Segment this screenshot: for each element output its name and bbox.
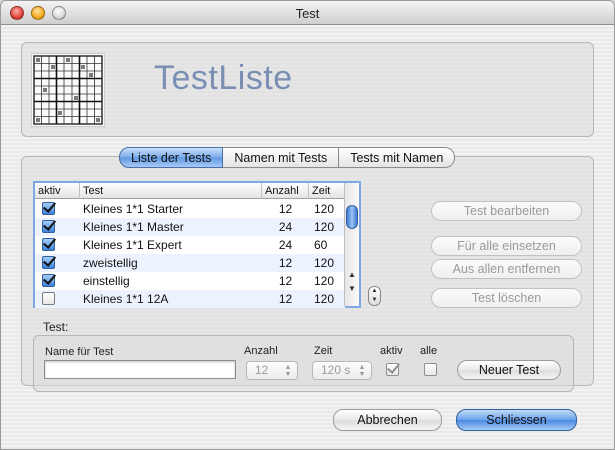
table-row[interactable]: Kleines 1*1 Expert 24 60 — [35, 236, 345, 254]
row-anzahl: 12 — [278, 202, 293, 216]
name-label: Name für Test — [45, 346, 114, 358]
test-section-label: Test: — [43, 320, 69, 334]
column-header-aktiv[interactable]: aktiv — [35, 183, 80, 199]
row-zeit: 120 — [314, 292, 335, 306]
row-zeit: 120 — [314, 220, 335, 234]
row-test-name: zweistellig — [83, 256, 138, 270]
row-anzahl: 12 — [278, 274, 293, 288]
aktiv-checkbox[interactable] — [386, 363, 399, 376]
zeit-label: Zeit — [314, 345, 333, 357]
test-form-panel: Name für Test Anzahl 12 ▲ ▼ Zeit 120 s ▲ ▼… — [33, 335, 574, 392]
test-bearbeiten-button[interactable]: Test bearbeiten — [431, 201, 582, 221]
tab-tests-mit-namen[interactable]: Tests mit Namen — [339, 147, 456, 168]
row-zeit: 120 — [314, 202, 335, 216]
zeit-select[interactable]: 120 s ▲ ▼ — [312, 361, 372, 380]
aktiv-label: aktiv — [380, 345, 403, 357]
sudoku-grid-icon — [31, 53, 105, 127]
zeit-value: 120 s — [321, 363, 351, 377]
table-body: Kleines 1*1 Starter 12 120 Kleines 1*1 Mast… — [35, 200, 345, 308]
scrollbar-thumb[interactable] — [346, 205, 358, 229]
table-row[interactable]: Kleines 1*1 Master 24 120 — [35, 218, 345, 236]
test-loeschen-button[interactable]: Test löschen — [431, 288, 582, 308]
test-name-input[interactable] — [44, 360, 236, 379]
anzahl-label: Anzahl — [244, 345, 278, 357]
title-bar[interactable]: Test — [1, 1, 614, 25]
window-title: Test — [295, 6, 320, 21]
row-aktiv-checkbox[interactable] — [42, 274, 55, 287]
row-aktiv-checkbox[interactable] — [42, 238, 55, 251]
alle-label: alle — [420, 345, 438, 357]
row-test-name: Kleines 1*1 12A — [83, 292, 169, 306]
tab-liste-der-tests[interactable]: Liste der Tests — [119, 147, 224, 168]
aus-allen-entfernen-button[interactable]: Aus allen entfernen — [431, 259, 582, 279]
table-row[interactable]: zweistellig 12 120 — [35, 254, 345, 272]
scroll-down-icon[interactable]: ▼ — [345, 283, 359, 295]
row-anzahl: 24 — [278, 220, 293, 234]
row-test-name: Kleines 1*1 Starter — [83, 202, 184, 216]
stepper-arrows-icon: ▲ ▼ — [358, 364, 366, 378]
page-title: TestListe — [154, 59, 293, 97]
row-anzahl: 24 — [278, 238, 293, 252]
scroll-up-icon[interactable]: ▲ — [345, 269, 359, 281]
row-test-name: Kleines 1*1 Expert — [83, 238, 182, 252]
row-aktiv-checkbox[interactable] — [42, 292, 55, 305]
tests-table[interactable]: aktiv Test Anzahl Zeit Kleines 1*1 Start… — [33, 181, 361, 308]
row-test-name: Kleines 1*1 Master — [83, 220, 184, 234]
column-header-zeit[interactable]: Zeit — [309, 183, 345, 199]
dialog-window: Test TestListe Liste der Tests Namen mit… — [0, 0, 615, 450]
table-row[interactable]: Kleines 1*1 12A 12 120 — [35, 290, 345, 308]
tab-bar: Liste der Tests Namen mit Tests Tests mi… — [119, 147, 456, 168]
neuer-test-button[interactable]: Neuer Test — [457, 360, 561, 380]
row-stepper[interactable]: ▲ ▼ — [368, 286, 381, 306]
row-zeit: 60 — [314, 238, 328, 252]
tab-namen-mit-tests[interactable]: Namen mit Tests — [223, 147, 340, 168]
row-aktiv-checkbox[interactable] — [42, 256, 55, 269]
header-panel: TestListe — [21, 42, 594, 137]
fuer-alle-einsetzen-button[interactable]: Für alle einsetzen — [431, 236, 582, 256]
row-aktiv-checkbox[interactable] — [42, 220, 55, 233]
row-aktiv-checkbox[interactable] — [42, 202, 55, 215]
alle-checkbox[interactable] — [424, 363, 437, 376]
anzahl-select[interactable]: 12 ▲ ▼ — [246, 361, 298, 380]
column-header-anzahl[interactable]: Anzahl — [262, 183, 309, 199]
row-zeit: 120 — [314, 256, 335, 270]
row-zeit: 120 — [314, 274, 335, 288]
anzahl-value: 12 — [255, 363, 269, 377]
table-row[interactable]: Kleines 1*1 Starter 12 120 — [35, 200, 345, 218]
table-row[interactable]: einstellig 12 120 — [35, 272, 345, 290]
table-header: aktiv Test Anzahl Zeit — [35, 183, 345, 199]
row-anzahl: 12 — [278, 292, 293, 306]
abbrechen-button[interactable]: Abbrechen — [333, 409, 442, 431]
table-scrollbar[interactable]: ▲ ▼ — [344, 183, 359, 306]
schliessen-button[interactable]: Schliessen — [456, 409, 577, 431]
column-header-test[interactable]: Test — [80, 183, 262, 199]
row-test-name: einstellig — [83, 274, 130, 288]
stepper-arrows-icon: ▲ ▼ — [284, 364, 292, 378]
row-anzahl: 12 — [278, 256, 293, 270]
